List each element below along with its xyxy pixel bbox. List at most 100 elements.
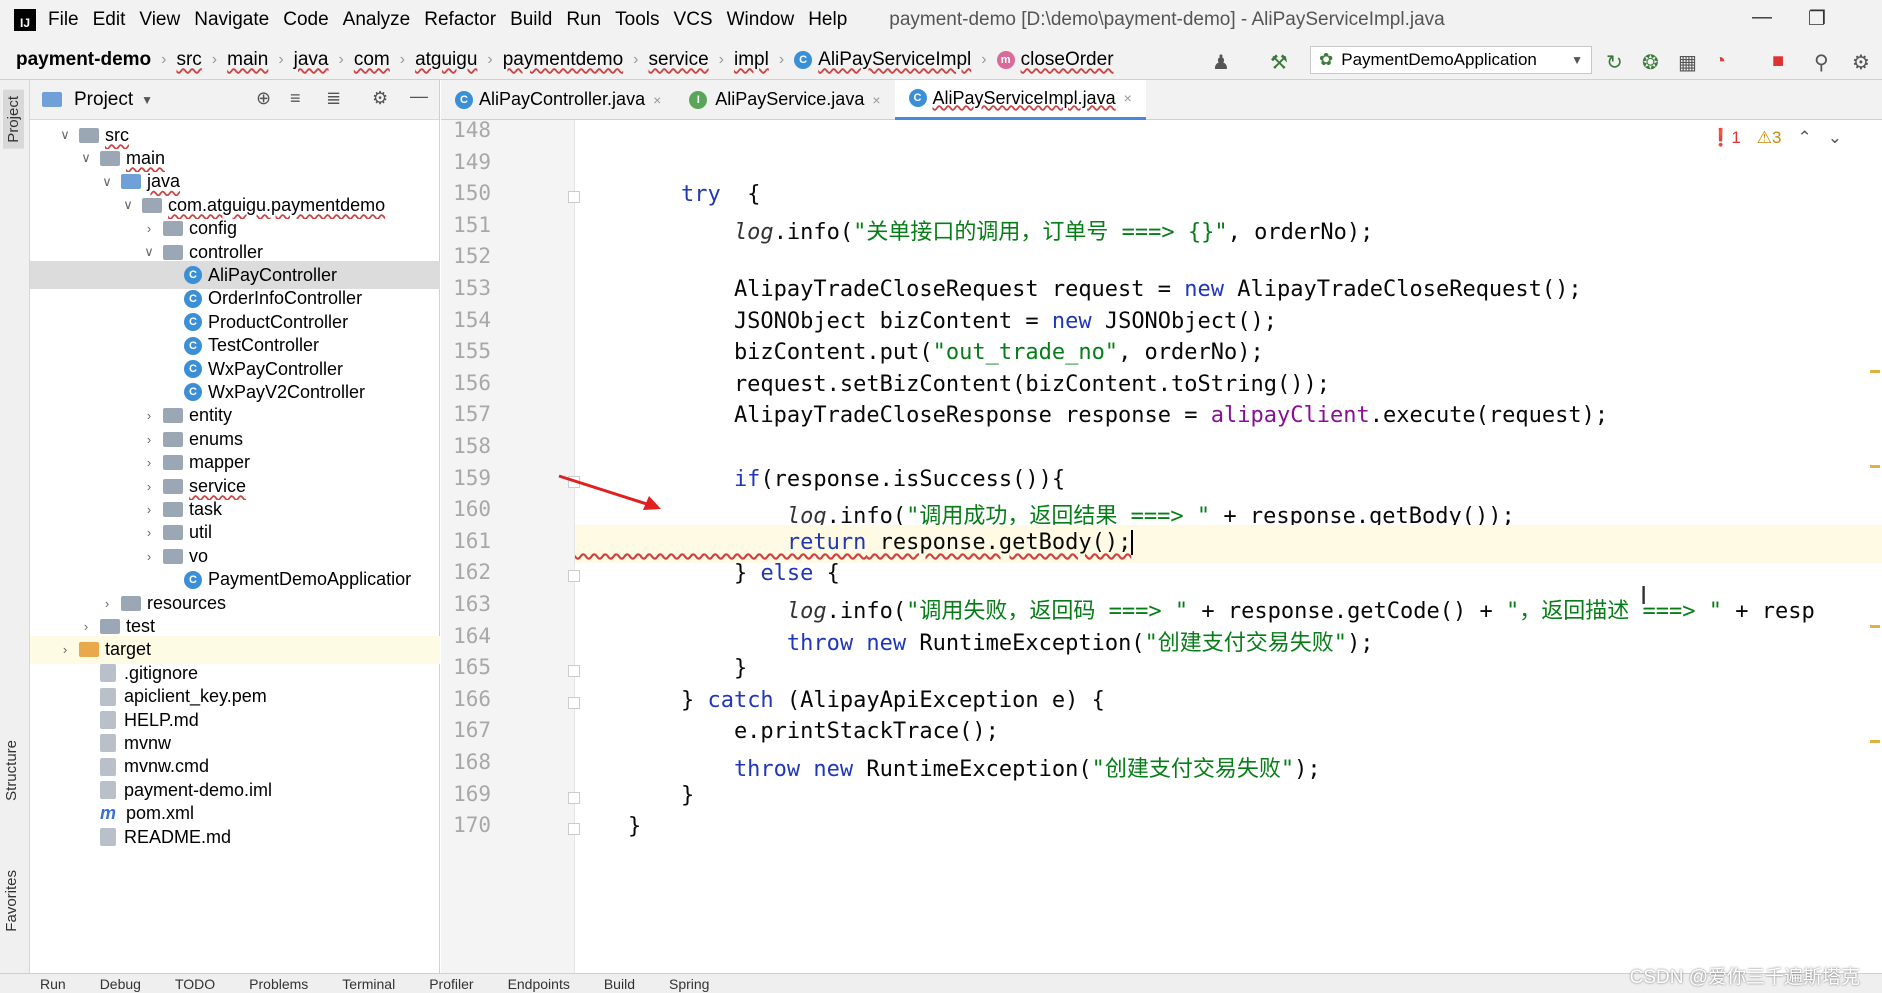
- line-number[interactable]: 153: [441, 276, 491, 300]
- line-number[interactable]: 155: [441, 339, 491, 363]
- project-tool-tab[interactable]: Project: [3, 90, 24, 149]
- breadcrumb-item[interactable]: main: [227, 49, 268, 71]
- coverage-icon[interactable]: ▦: [1678, 50, 1697, 75]
- line-number[interactable]: 151: [441, 213, 491, 237]
- scroll-marker[interactable]: [1870, 740, 1880, 743]
- expanded-arrow-icon[interactable]: ∨: [141, 244, 157, 260]
- tool-window-run[interactable]: Run: [40, 976, 66, 992]
- line-number[interactable]: 168: [441, 750, 491, 774]
- tool-window-profiler[interactable]: Profiler: [429, 976, 473, 992]
- collapse-all-icon[interactable]: ≣: [326, 88, 341, 109]
- line-number[interactable]: 161: [441, 529, 491, 553]
- line-number[interactable]: 158: [441, 434, 491, 458]
- minimize-icon[interactable]: —: [1752, 6, 1772, 29]
- locate-icon[interactable]: ⊕: [256, 88, 271, 109]
- line-number[interactable]: 165: [441, 655, 491, 679]
- expanded-arrow-icon[interactable]: ∨: [57, 127, 73, 143]
- line-number[interactable]: 150: [441, 181, 491, 205]
- gear-icon[interactable]: ⚙: [372, 88, 388, 109]
- collapsed-arrow-icon[interactable]: ›: [141, 549, 157, 564]
- user-icon[interactable]: ♟: [1212, 50, 1230, 75]
- collapsed-arrow-icon[interactable]: ›: [141, 408, 157, 423]
- menu-run[interactable]: Run: [566, 9, 601, 31]
- line-number[interactable]: 163: [441, 592, 491, 616]
- structure-tool-tab[interactable]: Structure: [3, 740, 20, 801]
- breadcrumb-item[interactable]: AliPayServiceImpl: [818, 49, 971, 71]
- breadcrumb-item[interactable]: src: [176, 49, 201, 71]
- breadcrumb-item[interactable]: atguigu: [415, 49, 477, 71]
- collapsed-arrow-icon[interactable]: ›: [57, 642, 73, 657]
- editor-tab[interactable]: C AliPayServiceImpl.java ×: [894, 79, 1146, 120]
- line-number[interactable]: 154: [441, 308, 491, 332]
- settings-icon[interactable]: ⚙: [1852, 50, 1870, 75]
- line-number[interactable]: 160: [441, 497, 491, 521]
- line-number[interactable]: 169: [441, 782, 491, 806]
- line-number[interactable]: 156: [441, 371, 491, 395]
- scroll-marker[interactable]: [1870, 465, 1880, 468]
- collapsed-arrow-icon[interactable]: ›: [141, 502, 157, 517]
- tool-window-debug[interactable]: Debug: [100, 976, 141, 992]
- collapsed-arrow-icon[interactable]: ›: [141, 479, 157, 494]
- menu-analyze[interactable]: Analyze: [343, 9, 411, 31]
- menu-tools[interactable]: Tools: [615, 9, 659, 31]
- menu-window[interactable]: Window: [727, 9, 795, 31]
- collapsed-arrow-icon[interactable]: ›: [78, 619, 94, 634]
- line-number[interactable]: 164: [441, 624, 491, 648]
- restore-icon[interactable]: ❐: [1808, 6, 1826, 31]
- debug-icon[interactable]: ❂: [1642, 50, 1659, 75]
- collapsed-arrow-icon[interactable]: ›: [141, 525, 157, 540]
- tool-window-build[interactable]: Build: [604, 976, 635, 992]
- inspection-widget[interactable]: ❗1 ⚠3 ⌃ ⌄: [1710, 128, 1842, 148]
- menu-refactor[interactable]: Refactor: [424, 9, 496, 31]
- line-number[interactable]: 159: [441, 466, 491, 490]
- line-number[interactable]: 152: [441, 244, 491, 268]
- breadcrumb-item[interactable]: java: [294, 49, 329, 71]
- line-number[interactable]: 149: [441, 150, 491, 174]
- tool-window-problems[interactable]: Problems: [249, 976, 308, 992]
- close-tab-icon[interactable]: ×: [1124, 90, 1132, 106]
- collapsed-arrow-icon[interactable]: ›: [141, 221, 157, 236]
- menu-edit[interactable]: Edit: [93, 9, 126, 31]
- code-line[interactable]: }: [575, 809, 1882, 847]
- hide-panel-icon[interactable]: —: [410, 86, 428, 107]
- collapsed-arrow-icon[interactable]: ›: [99, 596, 115, 611]
- close-tab-icon[interactable]: ×: [872, 92, 880, 108]
- menu-build[interactable]: Build: [510, 9, 552, 31]
- tool-window-spring[interactable]: Spring: [669, 976, 709, 992]
- chevron-down-icon[interactable]: ⌄: [1828, 128, 1842, 148]
- scroll-marker[interactable]: [1870, 625, 1880, 628]
- chevron-up-icon[interactable]: ⌃: [1798, 128, 1812, 148]
- build-hammer-icon[interactable]: ⚒: [1270, 50, 1288, 75]
- line-number[interactable]: 166: [441, 687, 491, 711]
- expanded-arrow-icon[interactable]: ∨: [120, 197, 136, 213]
- expanded-arrow-icon[interactable]: ∨: [99, 174, 115, 190]
- breadcrumb-item[interactable]: impl: [734, 49, 769, 71]
- menu-help[interactable]: Help: [808, 9, 847, 31]
- rerun-icon[interactable]: ↻: [1606, 50, 1623, 75]
- expand-all-icon[interactable]: ≡: [290, 88, 301, 109]
- collapsed-arrow-icon[interactable]: ›: [141, 455, 157, 470]
- breadcrumb-item[interactable]: closeOrder: [1021, 49, 1114, 71]
- breadcrumb-item[interactable]: paymentdemo: [503, 49, 623, 71]
- line-number[interactable]: 170: [441, 813, 491, 837]
- line-number[interactable]: 167: [441, 718, 491, 742]
- breadcrumb-item[interactable]: com: [354, 49, 390, 71]
- menu-code[interactable]: Code: [283, 9, 328, 31]
- code-editor[interactable]: 148 149 150 151 152 153 154 155 156 157 158 159 160 1…: [441, 120, 1882, 973]
- line-number[interactable]: 157: [441, 402, 491, 426]
- project-panel-title[interactable]: Project: [74, 89, 133, 111]
- tree-item[interactable]: README.md: [30, 823, 440, 851]
- close-tab-icon[interactable]: ×: [653, 92, 661, 108]
- breadcrumb-item[interactable]: service: [648, 49, 708, 71]
- warning-count[interactable]: ⚠3: [1757, 128, 1782, 148]
- line-number[interactable]: 162: [441, 560, 491, 584]
- run-configuration-select[interactable]: ✿ PaymentDemoApplication ▼: [1310, 46, 1592, 74]
- collapsed-arrow-icon[interactable]: ›: [141, 432, 157, 447]
- chevron-down-icon[interactable]: ▼: [141, 93, 153, 107]
- menu-navigate[interactable]: Navigate: [194, 9, 269, 31]
- expanded-arrow-icon[interactable]: ∨: [78, 150, 94, 166]
- breadcrumb-item[interactable]: payment-demo: [16, 49, 151, 71]
- tool-window-terminal[interactable]: Terminal: [342, 976, 395, 992]
- menu-file[interactable]: File: [48, 9, 79, 31]
- profiler-icon[interactable]: ◔: [1714, 50, 1726, 73]
